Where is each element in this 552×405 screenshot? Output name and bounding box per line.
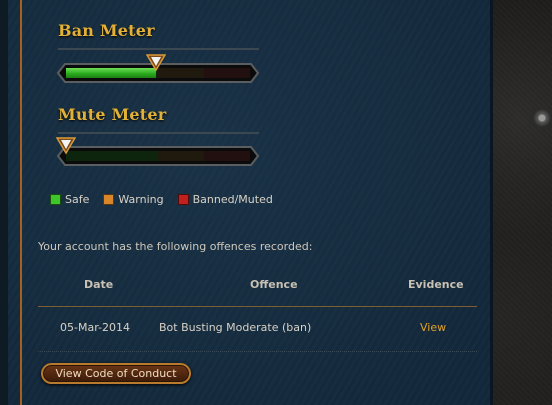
banned-swatch-icon xyxy=(177,193,189,205)
view-evidence-link[interactable]: View xyxy=(420,321,446,334)
offences-intro: Your account has the following offences … xyxy=(38,240,313,253)
ornament-icon xyxy=(528,96,552,140)
table-row: 05-Mar-2014 Bot Busting Moderate (ban) V… xyxy=(38,307,477,352)
ban-meter-title: Ban Meter xyxy=(58,21,155,40)
safe-swatch-icon xyxy=(50,193,61,205)
column-header-offence: Offence xyxy=(250,278,298,291)
legend-label: Warning xyxy=(118,192,164,206)
legend-item-warning: Warning xyxy=(103,192,164,206)
offence-description: Bot Busting Moderate (ban) xyxy=(159,321,312,334)
column-header-evidence: Evidence xyxy=(408,278,464,291)
panel-edge xyxy=(0,0,8,405)
panel-divider xyxy=(20,0,22,405)
offence-date: 05-Mar-2014 xyxy=(60,321,130,334)
offences-table: Date Offence Evidence 05-Mar-2014 Bot Bu… xyxy=(38,272,477,352)
legend-label: Safe xyxy=(65,192,90,206)
meter-legend: Safe Warning Banned/Muted xyxy=(50,192,287,206)
ban-meter-rule xyxy=(58,48,259,50)
mute-meter-title: Mute Meter xyxy=(58,105,167,124)
mute-meter-rule xyxy=(58,132,259,134)
legend-label: Banned/Muted xyxy=(192,192,273,206)
legend-item-safe: Safe xyxy=(50,193,89,206)
warning-swatch-icon xyxy=(103,193,115,205)
mute-meter-track xyxy=(66,151,250,161)
ban-meter xyxy=(52,54,264,86)
offences-panel: Ban Meter Mute Meter Safe Warning Banned… xyxy=(0,0,493,405)
view-code-of-conduct-button[interactable]: View Code of Conduct xyxy=(41,363,191,384)
column-header-date: Date xyxy=(84,278,114,291)
table-header-row: Date Offence Evidence xyxy=(38,272,477,307)
legend-item-banned: Banned/Muted xyxy=(177,192,273,206)
ban-meter-fill xyxy=(66,68,156,78)
ban-meter-pointer-icon xyxy=(146,54,166,72)
mute-meter xyxy=(52,137,264,169)
mute-meter-pointer-icon xyxy=(56,137,76,155)
